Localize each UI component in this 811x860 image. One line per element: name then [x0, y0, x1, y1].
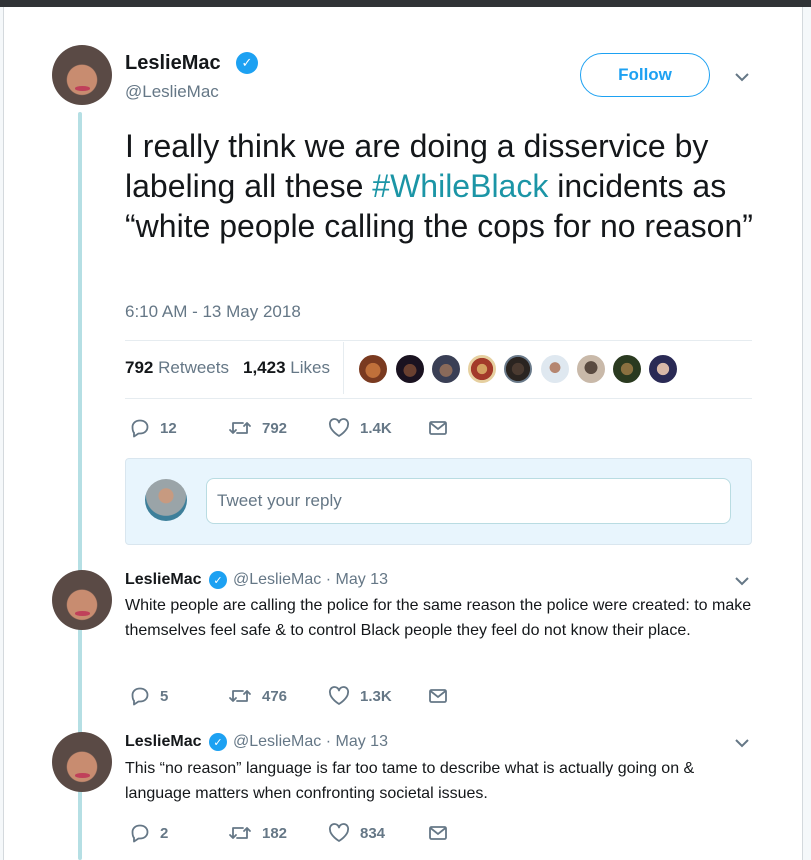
reply-text: This “no reason” language is far too tam…: [125, 760, 695, 802]
author-avatar[interactable]: [52, 45, 112, 105]
verified-badge-icon: ✓: [209, 571, 227, 589]
retweet-icon: [229, 690, 251, 702]
liker-avatar[interactable]: [576, 354, 606, 384]
hashtag-link[interactable]: #WhileBlack: [372, 168, 548, 204]
reply-action[interactable]: 5: [130, 686, 168, 706]
reply-author-name[interactable]: LeslieMac: [125, 571, 201, 589]
divider: [125, 398, 752, 399]
tweet-timestamp[interactable]: 6:10 AM - 13 May 2018: [125, 302, 301, 322]
liker-avatar[interactable]: [612, 354, 642, 384]
liker-avatar[interactable]: [431, 354, 461, 384]
like-action[interactable]: 834: [328, 823, 385, 843]
divider: [125, 340, 752, 341]
retweet-icon: [229, 827, 251, 839]
chevron-down-icon[interactable]: [733, 574, 751, 588]
reply-author-avatar[interactable]: [52, 732, 112, 792]
current-user-avatar: [145, 479, 187, 521]
liker-avatar[interactable]: [503, 354, 533, 384]
direct-message-action[interactable]: [428, 418, 448, 438]
author-handle[interactable]: @LeslieMac: [125, 82, 219, 102]
reply-icon: [131, 824, 149, 843]
liker-avatar[interactable]: [648, 354, 678, 384]
reply-handle-date[interactable]: @LeslieMac · May 13: [233, 571, 388, 589]
reply-author-name[interactable]: LeslieMac: [125, 733, 201, 751]
envelope-icon: [429, 689, 447, 703]
author-name[interactable]: LeslieMac: [125, 52, 221, 75]
reply-action[interactable]: 12: [130, 418, 177, 438]
retweet-action[interactable]: 476: [228, 686, 287, 706]
retweet-action[interactable]: 182: [228, 823, 287, 843]
reply-action[interactable]: 2: [130, 823, 168, 843]
reply-icon: [131, 687, 149, 706]
reply-handle-date[interactable]: @LeslieMac · May 13: [233, 733, 388, 751]
retweet-icon: [229, 422, 251, 434]
tweet-text: I really think we are doing a disservice…: [125, 128, 753, 244]
liker-avatar[interactable]: [395, 354, 425, 384]
direct-message-action[interactable]: [428, 823, 448, 843]
verified-badge-icon: ✓: [209, 733, 227, 751]
engagement-stats: 792 Retweets 1,423 Likes: [125, 358, 330, 378]
retweets-stat[interactable]: 792 Retweets: [125, 358, 229, 377]
liker-avatar[interactable]: [540, 354, 570, 384]
likes-stat[interactable]: 1,423 Likes: [243, 358, 330, 377]
liker-avatar[interactable]: [358, 354, 388, 384]
liker-avatar[interactable]: [467, 354, 497, 384]
like-action[interactable]: 1.3K: [328, 686, 392, 706]
heart-icon: [328, 686, 350, 705]
chevron-down-icon[interactable]: [733, 736, 751, 750]
envelope-icon: [429, 826, 447, 840]
envelope-icon: [429, 421, 447, 435]
chevron-down-icon[interactable]: [733, 70, 751, 84]
reply-author-avatar[interactable]: [52, 570, 112, 630]
verified-badge-icon: ✓: [236, 52, 258, 74]
direct-message-action[interactable]: [428, 686, 448, 706]
reply-input[interactable]: Tweet your reply: [206, 478, 731, 524]
reply-icon: [131, 419, 149, 438]
heart-icon: [328, 418, 350, 437]
follow-button[interactable]: Follow: [580, 53, 710, 97]
like-action[interactable]: 1.4K: [328, 418, 392, 438]
stats-divider: [343, 342, 344, 394]
heart-icon: [328, 823, 350, 842]
reply-text: White people are calling the police for …: [125, 597, 752, 639]
window-top-bar: [0, 0, 811, 7]
retweet-action[interactable]: 792: [228, 418, 287, 438]
